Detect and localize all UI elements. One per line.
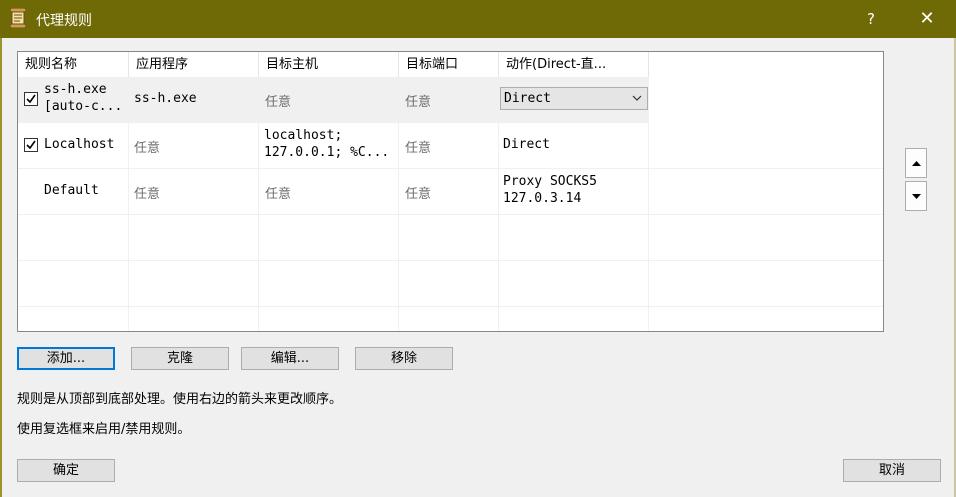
add-button[interactable]: 添加... (17, 347, 115, 370)
action-line1: Proxy SOCKS5 (503, 174, 597, 189)
application-cell: 任意 (134, 169, 258, 214)
chevron-down-icon (632, 95, 642, 101)
column-header-action[interactable]: 动作(Direct-直... (499, 52, 649, 77)
action-combo[interactable]: Direct (500, 87, 648, 110)
rule-name-value: Default (44, 183, 99, 198)
target-port-cell: 任意 (405, 169, 498, 214)
clone-button[interactable]: 克隆 (131, 347, 229, 370)
info-line-checkbox: 使用复选框来启用/禁用规则。 (17, 422, 191, 437)
info-line-order: 规则是从顶部到底部处理。使用右边的箭头来更改顺序。 (17, 392, 343, 407)
column-header-rule-name[interactable]: 规则名称 (18, 52, 129, 77)
table-row-localhost[interactable]: Localhost 任意 localhost; 127.0.0.1; %C...… (18, 123, 883, 169)
proxifier-scroll-icon (9, 7, 27, 29)
application-value: ss-h.exe (134, 91, 197, 106)
target-host-value: 任意 (265, 187, 292, 202)
close-button[interactable]: ✕ (908, 0, 946, 38)
rule-name-value: Localhost (44, 137, 115, 152)
rule-name-cell: Localhost (44, 123, 128, 168)
target-host-cell: 任意 (265, 169, 398, 214)
action-combo-value: Direct (504, 91, 551, 106)
target-host-cell: localhost; 127.0.0.1; %C... (264, 123, 398, 168)
rule-name-cell: Default (44, 169, 128, 214)
application-cell: 任意 (134, 123, 258, 168)
list-header: 规则名称 应用程序 目标主机 目标端口 动作(Direct-直... (18, 52, 883, 77)
action-cell: Direct (503, 123, 648, 168)
action-line2: 127.0.3.14 (503, 191, 582, 206)
help-button[interactable]: ? (858, 0, 884, 38)
move-down-button[interactable] (905, 181, 927, 211)
checkmark-icon (26, 140, 36, 150)
title-bar[interactable]: 代理规则 ? ✕ (0, 0, 956, 38)
column-header-filler (649, 52, 883, 77)
target-port-value: 任意 (405, 95, 432, 110)
table-row-ss-h[interactable]: ss-h.exe [auto-c... ss-h.exe 任意 任意 Direc… (18, 77, 649, 123)
rule-name-cell: ss-h.exe [auto-c... (44, 77, 128, 122)
window-title: 代理规则 (36, 13, 92, 29)
window-border-left (0, 38, 2, 497)
target-host-value: 任意 (265, 95, 292, 110)
column-header-target-port[interactable]: 目标端口 (399, 52, 499, 77)
target-port-cell: 任意 (405, 77, 498, 122)
rule-enabled-checkbox[interactable] (24, 138, 38, 152)
column-header-target-host[interactable]: 目标主机 (259, 52, 399, 77)
application-cell: ss-h.exe (134, 77, 258, 122)
target-port-cell: 任意 (405, 123, 498, 168)
ok-button[interactable]: 确定 (17, 459, 115, 482)
empty-row (18, 215, 883, 261)
application-value: 任意 (134, 141, 161, 156)
action-value: Direct (503, 137, 550, 152)
target-host-cell: 任意 (265, 77, 398, 122)
target-host-line1: localhost; (264, 128, 343, 143)
triangle-down-icon (912, 194, 921, 199)
target-host-line2: 127.0.0.1; %C... (264, 145, 390, 160)
table-row-default[interactable]: Default 任意 任意 任意 Proxy SOCKS5 127.0.3.14 (18, 169, 883, 215)
move-up-button[interactable] (905, 148, 927, 178)
rule-name-line1: ss-h.exe (44, 82, 107, 97)
triangle-up-icon (912, 161, 921, 166)
action-cell: Proxy SOCKS5 127.0.3.14 (503, 169, 648, 214)
rules-list[interactable]: 规则名称 应用程序 目标主机 目标端口 动作(Direct-直... ss-h.… (17, 51, 884, 332)
cancel-button[interactable]: 取消 (843, 459, 941, 482)
target-port-value: 任意 (405, 141, 432, 156)
application-value: 任意 (134, 187, 161, 202)
checkmark-icon (26, 94, 36, 104)
empty-row (18, 261, 883, 307)
remove-button[interactable]: 移除 (355, 347, 453, 370)
rule-enabled-checkbox[interactable] (24, 92, 38, 106)
column-header-application[interactable]: 应用程序 (129, 52, 259, 77)
edit-button[interactable]: 编辑... (241, 347, 339, 370)
rule-name-line2: [auto-c... (44, 99, 123, 114)
target-port-value: 任意 (405, 187, 432, 202)
